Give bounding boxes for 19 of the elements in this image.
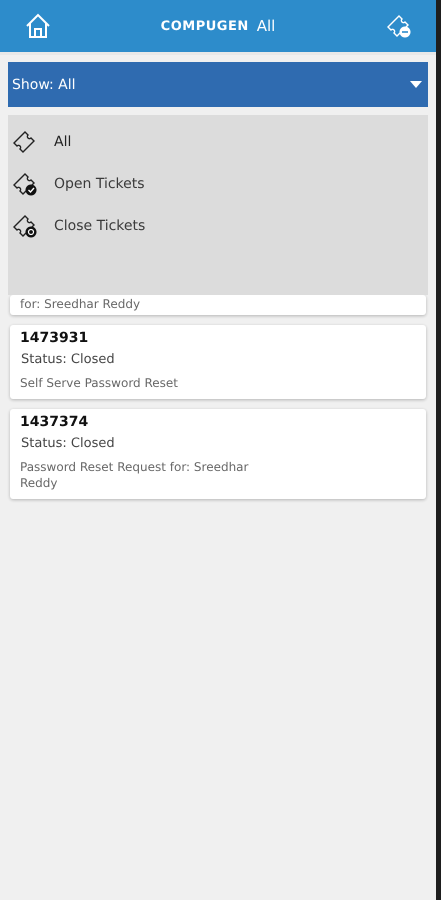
ticket-status: Status: Closed xyxy=(21,436,116,451)
ticket-card[interactable]: 1473931 Status: Closed Self Serve Password Reset xyxy=(10,325,426,399)
caret-icon xyxy=(410,80,422,88)
ticket-description: Password Reset Request for: Sreedhar Reddy xyxy=(20,459,250,491)
page-title: All xyxy=(256,17,276,35)
filter-dropdown[interactable]: Show: All xyxy=(8,62,428,107)
brand-logo: COMPUGEN xyxy=(160,18,249,34)
menu-item[interactable]: Open Tickets xyxy=(8,163,428,205)
menu-item[interactable]: All xyxy=(8,121,428,163)
ticket-card[interactable]: 1437374 Status: Closed Password Reset Request for: Sreedhar Reddy xyxy=(10,409,426,499)
menu-item[interactable]: Close Tickets xyxy=(8,205,428,247)
ticket-description: for: Sreedhar Reddy xyxy=(20,296,142,312)
ticket-number: 1473931 xyxy=(20,330,90,346)
ticket-card[interactable]: for: Sreedhar Reddy xyxy=(10,295,426,315)
home-button[interactable] xyxy=(24,12,52,40)
ticket-number: 1437374 xyxy=(20,414,90,430)
ticket-status: Status: Closed xyxy=(21,352,116,367)
home-icon xyxy=(24,12,52,40)
ticket-description: Self Serve Password Reset xyxy=(20,375,179,391)
